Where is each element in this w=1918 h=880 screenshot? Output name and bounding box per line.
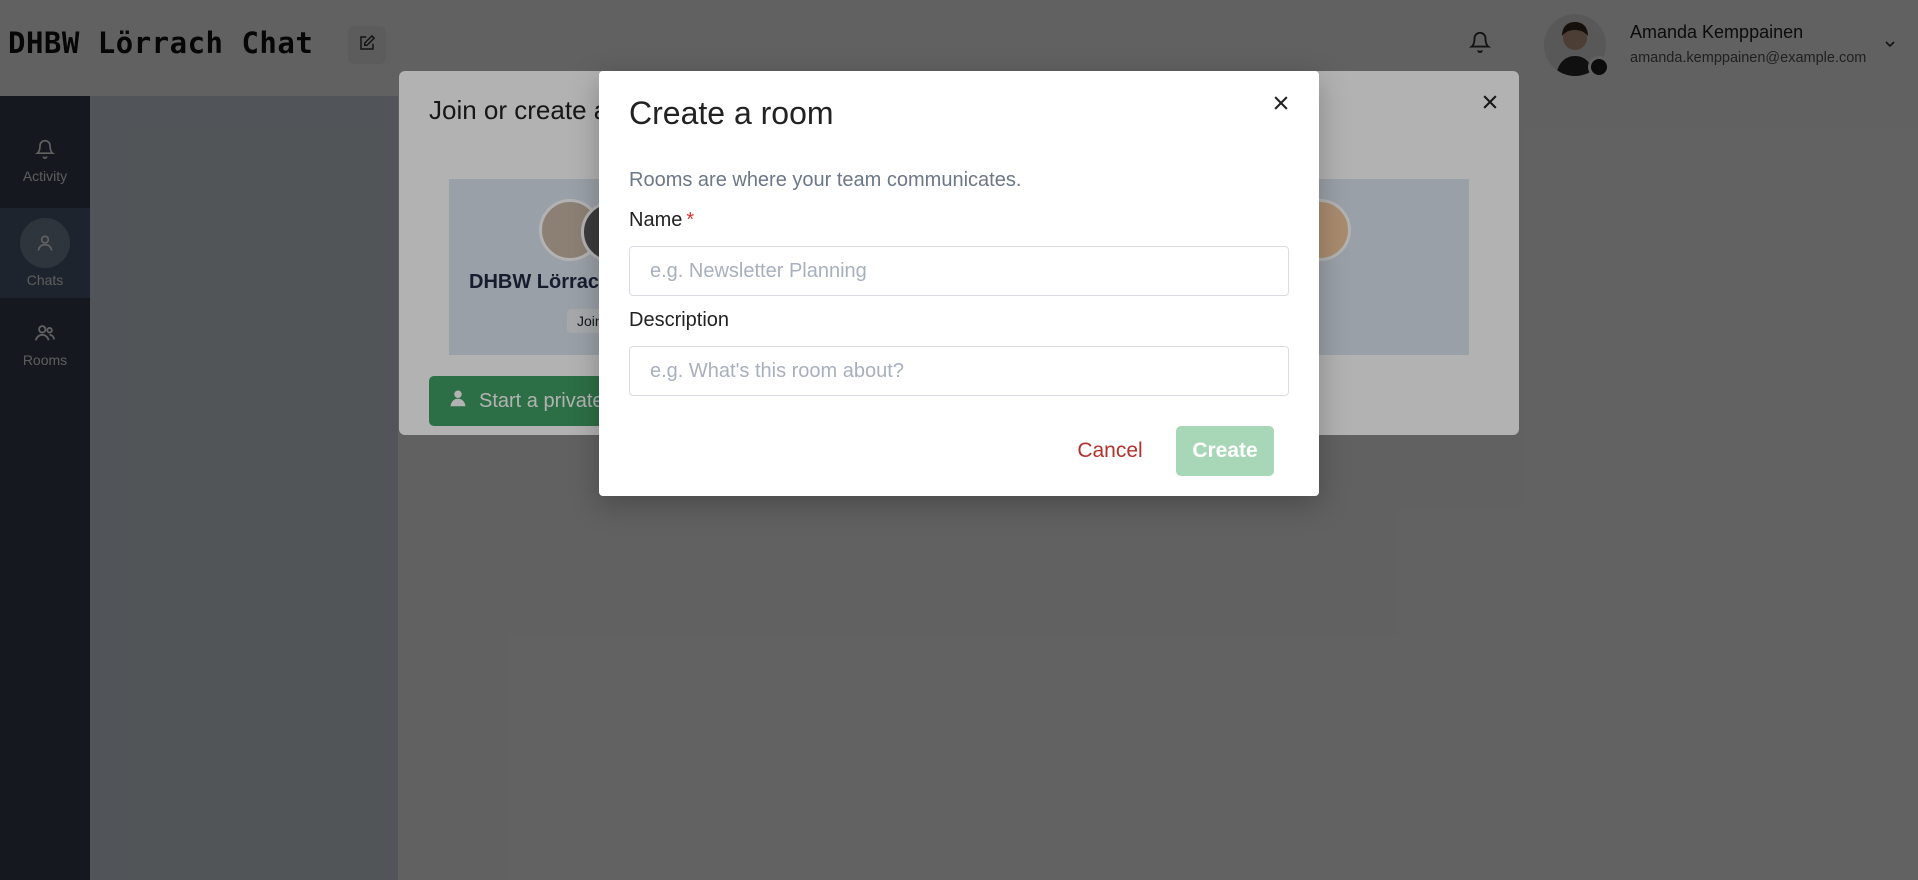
dialog-title: Create a room [629,95,834,131]
room-name-input[interactable] [629,246,1289,296]
close-button[interactable] [1263,87,1299,123]
close-icon [1271,93,1291,118]
create-room-dialog: Create a room Rooms are where your team … [599,71,1319,496]
name-label: Name * [629,209,694,232]
create-button[interactable]: Create [1176,426,1274,476]
required-marker: * [686,209,695,231]
description-label: Description [629,309,730,331]
cancel-button[interactable]: Cancel [1065,426,1155,476]
dialog-description: Rooms are where your team communicates. [629,169,1022,191]
label-text: Name [629,209,683,231]
room-description-input[interactable] [629,346,1289,396]
